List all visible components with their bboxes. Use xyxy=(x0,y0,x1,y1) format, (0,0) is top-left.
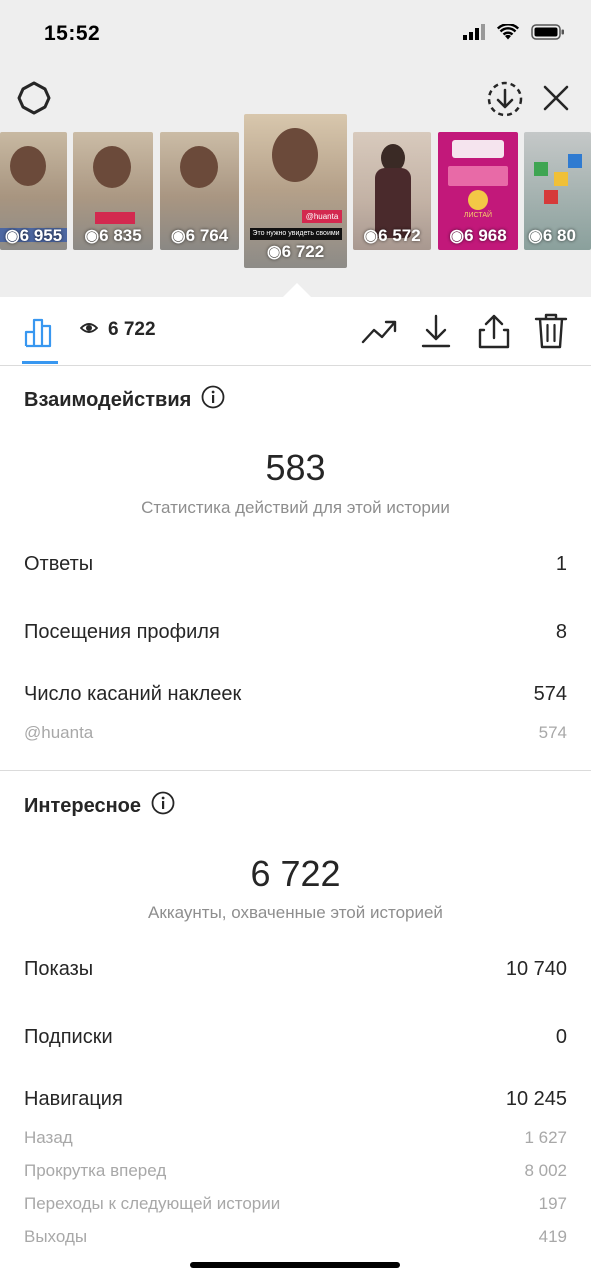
metric-value: 0 xyxy=(555,1026,567,1048)
metric-row: Навигация 10 245 xyxy=(24,1088,567,1111)
download-icon[interactable] xyxy=(418,311,454,351)
insights-toolbar: 6 722 xyxy=(0,297,591,366)
metric-sub-label: Прокрутка вперед xyxy=(24,1161,167,1180)
discovery-total: 6 722 xyxy=(250,853,341,894)
insights-panel: 6 722 Взаимодействия 583 Статистика дейс… xyxy=(0,297,591,1280)
interactions-section-title: Взаимодействия xyxy=(24,385,225,415)
settings-gear-icon[interactable] xyxy=(14,78,54,118)
metric-value: 8 xyxy=(555,621,567,643)
metric-label: Ответы xyxy=(24,553,94,575)
metric-sub-row: Назад 1 627 xyxy=(24,1128,567,1148)
metric-sub-row: Переходы к следующей истории 197 xyxy=(24,1194,567,1214)
metric-sub-label: @huanta xyxy=(24,723,94,742)
metric-sub-value: 419 xyxy=(538,1227,567,1246)
thumbnail-view-count: ◉6 955 xyxy=(4,226,63,245)
interactions-caption: Статистика действий для этой истории xyxy=(141,498,450,517)
story-thumbnail-strip[interactable]: ◉6 955 ◉6 835 ◉6 764 @huanta Это нужно у… xyxy=(0,114,591,274)
metric-sub-label: Назад xyxy=(24,1128,73,1147)
info-icon[interactable] xyxy=(201,385,225,415)
thumbnail-view-count: ◉6 722 xyxy=(266,242,325,261)
metric-sub-row: Прокрутка вперед 8 002 xyxy=(24,1161,567,1181)
metric-sub-value: 574 xyxy=(538,723,567,742)
metric-label: Посещения профиля xyxy=(24,621,220,643)
thumbnail-view-count: ◉6 968 xyxy=(449,226,507,245)
thumbnail-view-count: ◉6 80 xyxy=(528,226,576,245)
metric-row: Число касаний наклеек 574 xyxy=(24,683,567,706)
story-poster-text: ЛИСТАЙ xyxy=(463,212,493,219)
discovery-section-title: Интересное xyxy=(24,791,175,821)
metric-sub-value: 1 627 xyxy=(524,1128,567,1147)
metric-value: 574 xyxy=(533,683,567,705)
metric-value: 10 740 xyxy=(505,958,567,980)
metric-sub-label: Переходы к следующей истории xyxy=(24,1194,281,1213)
interactions-total: 583 xyxy=(265,447,326,488)
metric-sub-value: 197 xyxy=(538,1194,567,1213)
section-divider xyxy=(0,770,591,771)
share-icon[interactable] xyxy=(474,311,514,351)
metric-value: 10 245 xyxy=(505,1088,567,1110)
metric-sub-label: Выходы xyxy=(24,1227,88,1246)
metric-row: Посещения профиля 8 xyxy=(24,621,567,644)
story-thumbnail[interactable]: ЛИСТАЙ ◉6 968 xyxy=(438,132,518,250)
story-thumbnail[interactable]: ◉6 572 xyxy=(353,132,431,250)
battery-icon xyxy=(531,24,565,45)
viewers-count[interactable]: 6 722 xyxy=(79,319,156,341)
metric-sub-value: 8 002 xyxy=(524,1161,567,1180)
metric-row: Подписки 0 xyxy=(24,1026,567,1049)
metric-label: Число касаний наклеек xyxy=(24,683,242,705)
signal-icon xyxy=(463,24,485,45)
insights-bar-chart-icon[interactable] xyxy=(22,313,58,349)
story-caption: Это нужно увидеть своими xyxy=(250,228,342,240)
story-thumbnail-selected[interactable]: @huanta Это нужно увидеть своими ◉6 722 xyxy=(244,114,347,268)
status-time: 15:52 xyxy=(44,22,101,45)
metric-value: 1 xyxy=(555,553,567,575)
metric-label: Показы xyxy=(24,958,94,980)
home-indicator[interactable] xyxy=(190,1262,400,1268)
promote-trend-icon[interactable] xyxy=(360,313,400,349)
metric-sub-row: Выходы 419 xyxy=(24,1227,567,1247)
info-icon[interactable] xyxy=(151,791,175,821)
discovery-caption: Аккаунты, охваченные этой историей xyxy=(148,903,443,922)
metric-row: Показы 10 740 xyxy=(24,958,567,981)
thumbnail-view-count: ◉6 835 xyxy=(84,226,142,245)
metric-label: Навигация xyxy=(24,1088,123,1110)
eye-icon xyxy=(79,319,99,341)
thumbnail-view-count: ◉6 572 xyxy=(363,226,421,245)
discovery-title-text: Интересное xyxy=(24,794,141,817)
delete-trash-icon[interactable] xyxy=(532,311,570,351)
wifi-icon xyxy=(496,23,520,45)
story-thumbnail[interactable]: ◉6 835 xyxy=(73,132,153,250)
metric-label: Подписки xyxy=(24,1026,113,1048)
story-thumbnail[interactable]: ◉6 80 xyxy=(524,132,591,250)
story-thumbnail[interactable]: ◉6 955 xyxy=(0,132,67,250)
status-bar: 15:52 xyxy=(0,0,591,70)
metric-row: Ответы 1 xyxy=(24,553,567,576)
selected-story-pointer xyxy=(283,283,311,297)
active-tab-indicator xyxy=(22,361,58,364)
viewers-count-value: 6 722 xyxy=(108,319,156,340)
story-thumbnail[interactable]: ◉6 764 xyxy=(160,132,239,250)
thumbnail-view-count: ◉6 764 xyxy=(170,226,229,245)
mention-sticker: @huanta xyxy=(302,210,342,223)
close-icon[interactable] xyxy=(538,80,574,116)
metric-sub-row: @huanta 574 xyxy=(24,723,567,743)
interactions-title-text: Взаимодействия xyxy=(24,388,192,411)
story-header-area: 15:52 ◉6 955 ◉6 835 ◉6 764 @huanta Это н… xyxy=(0,0,591,297)
